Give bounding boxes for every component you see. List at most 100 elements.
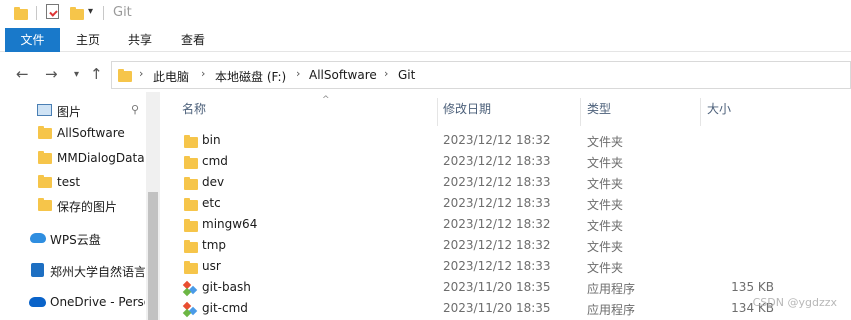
column-header-date[interactable]: 修改日期 <box>443 100 580 124</box>
forward-button[interactable]: → <box>45 65 58 83</box>
chevron-right-icon[interactable]: › <box>201 67 205 80</box>
sidebar-item-label: 保存的图片 <box>57 200 118 214</box>
file-name: dev <box>202 175 225 189</box>
tab-share[interactable]: 共享 <box>118 28 162 52</box>
list-item[interactable]: git-cmd 2023/11/20 18:35 应用程序 134 KB <box>180 299 851 320</box>
sidebar-item-wps-cloud[interactable]: WPS云盘 <box>0 227 145 249</box>
file-type: 文件夹 <box>587 156 624 170</box>
pin-icon[interactable]: ⚲ <box>131 103 139 116</box>
sidebar-item-onedrive[interactable]: OneDrive - Perso <box>0 291 145 313</box>
column-divider[interactable] <box>700 98 701 126</box>
file-size: 135 KB <box>731 280 774 294</box>
git-icon <box>182 301 198 318</box>
tab-home[interactable]: 主页 <box>66 28 110 52</box>
file-type: 文件夹 <box>587 177 624 191</box>
title-bar: ▾ Git <box>0 0 851 28</box>
app-icon <box>31 263 44 277</box>
breadcrumb-allsoftware[interactable]: AllSoftware <box>309 68 377 82</box>
sidebar-item-allsoftware[interactable]: AllSoftware <box>0 122 145 144</box>
folder-icon <box>184 156 198 169</box>
folder-icon <box>184 198 198 211</box>
sidebar-item-pictures[interactable]: 图片 ⚲ <box>0 99 145 121</box>
sidebar-item-test[interactable]: test <box>0 171 145 193</box>
window-title: Git <box>113 5 132 20</box>
up-button[interactable]: ↑ <box>90 65 103 83</box>
onedrive-icon <box>29 297 46 307</box>
sidebar-item-label: test <box>57 175 81 189</box>
back-button[interactable]: ← <box>16 65 29 83</box>
list-item[interactable]: dev 2023/12/12 18:33 文件夹 <box>180 173 851 194</box>
scrollbar-thumb[interactable] <box>148 192 158 320</box>
file-date: 2023/12/12 18:32 <box>443 133 551 147</box>
file-name: bin <box>202 133 221 147</box>
folder-icon[interactable] <box>14 7 28 20</box>
new-folder-icon[interactable] <box>70 7 84 20</box>
file-type: 文件夹 <box>587 135 624 149</box>
sidebar-item-label: OneDrive - Perso <box>50 295 145 309</box>
folder-icon <box>184 261 198 274</box>
folder-icon <box>38 151 52 164</box>
list-item[interactable]: mingw64 2023/12/12 18:32 文件夹 <box>180 215 851 236</box>
recent-locations-button[interactable]: ▾ <box>74 69 79 80</box>
sidebar-item-label: 图片 <box>57 105 82 119</box>
file-list: 名称 ^ 修改日期 类型 大小 bin 2023/12/12 18:32 文件夹… <box>160 92 851 320</box>
column-header-label: 名称 <box>182 102 207 116</box>
navigation-pane: 图片 ⚲ AllSoftware MMDialogData test 保存的图片… <box>0 92 160 320</box>
file-name: git-cmd <box>202 301 248 315</box>
breadcrumb-this-pc[interactable]: 此电脑 <box>153 68 189 85</box>
sidebar-item-label: 郑州大学自然语言 <box>50 265 145 279</box>
sidebar-item-saved-pictures[interactable]: 保存的图片 <box>0 194 145 216</box>
breadcrumb-git[interactable]: Git <box>398 68 415 82</box>
folder-icon <box>38 198 52 211</box>
pictures-icon <box>37 104 52 116</box>
git-icon <box>182 280 198 297</box>
folder-icon <box>38 126 52 139</box>
divider <box>103 6 104 20</box>
sidebar-item-label: MMDialogData <box>57 151 145 165</box>
file-name: tmp <box>202 238 227 252</box>
navigation-bar: ← → ▾ ↑ › 此电脑 › 本地磁盘 (F:) › AllSoftware … <box>0 56 851 92</box>
chevron-right-icon[interactable]: › <box>296 67 300 80</box>
chevron-right-icon[interactable]: › <box>139 67 143 80</box>
list-item[interactable]: etc 2023/12/12 18:33 文件夹 <box>180 194 851 215</box>
file-type: 应用程序 <box>587 282 636 296</box>
sidebar-item-mmdialogdata[interactable]: MMDialogData <box>0 147 145 169</box>
sidebar-item-label: AllSoftware <box>57 126 125 140</box>
file-type: 文件夹 <box>587 198 624 212</box>
chevron-right-icon[interactable]: › <box>384 67 388 80</box>
divider <box>36 6 37 20</box>
quick-access-dropdown[interactable]: ▾ <box>88 6 93 17</box>
watermark: CSDN @ygdzzx <box>752 296 837 309</box>
file-name: etc <box>202 196 221 210</box>
list-item[interactable]: cmd 2023/12/12 18:33 文件夹 <box>180 152 851 173</box>
ribbon-tabs: 文件 主页 共享 查看 <box>0 28 851 52</box>
list-item[interactable]: usr 2023/12/12 18:33 文件夹 <box>180 257 851 278</box>
file-type: 文件夹 <box>587 240 624 254</box>
tab-view[interactable]: 查看 <box>171 28 215 52</box>
folder-icon <box>118 69 132 82</box>
address-bar[interactable]: › 此电脑 › 本地磁盘 (F:) › AllSoftware › Git <box>111 61 851 89</box>
tab-file[interactable]: 文件 <box>5 28 60 52</box>
sidebar-item-zzu-nlp[interactable]: 郑州大学自然语言 <box>0 259 145 281</box>
column-header-type[interactable]: 类型 <box>587 100 699 124</box>
folder-icon <box>184 177 198 190</box>
file-name: cmd <box>202 154 228 168</box>
column-divider[interactable] <box>437 98 438 126</box>
navigation-scrollbar[interactable] <box>146 92 160 320</box>
list-item[interactable]: git-bash 2023/11/20 18:35 应用程序 135 KB <box>180 278 851 299</box>
file-name: mingw64 <box>202 217 258 231</box>
breadcrumb-drive[interactable]: 本地磁盘 (F:) <box>215 68 286 85</box>
file-type: 应用程序 <box>587 303 636 317</box>
properties-icon[interactable] <box>46 4 59 19</box>
file-date: 2023/12/12 18:33 <box>443 175 551 189</box>
file-date: 2023/12/12 18:32 <box>443 238 551 252</box>
folder-icon <box>184 240 198 253</box>
column-header-name[interactable]: 名称 ^ <box>182 95 437 124</box>
file-date: 2023/12/12 18:32 <box>443 217 551 231</box>
column-divider[interactable] <box>580 98 581 126</box>
file-date: 2023/11/20 18:35 <box>443 280 551 294</box>
list-item[interactable]: tmp 2023/12/12 18:32 文件夹 <box>180 236 851 257</box>
file-type: 文件夹 <box>587 219 624 233</box>
list-item[interactable]: bin 2023/12/12 18:32 文件夹 <box>180 131 851 152</box>
column-header-size[interactable]: 大小 <box>707 100 787 124</box>
